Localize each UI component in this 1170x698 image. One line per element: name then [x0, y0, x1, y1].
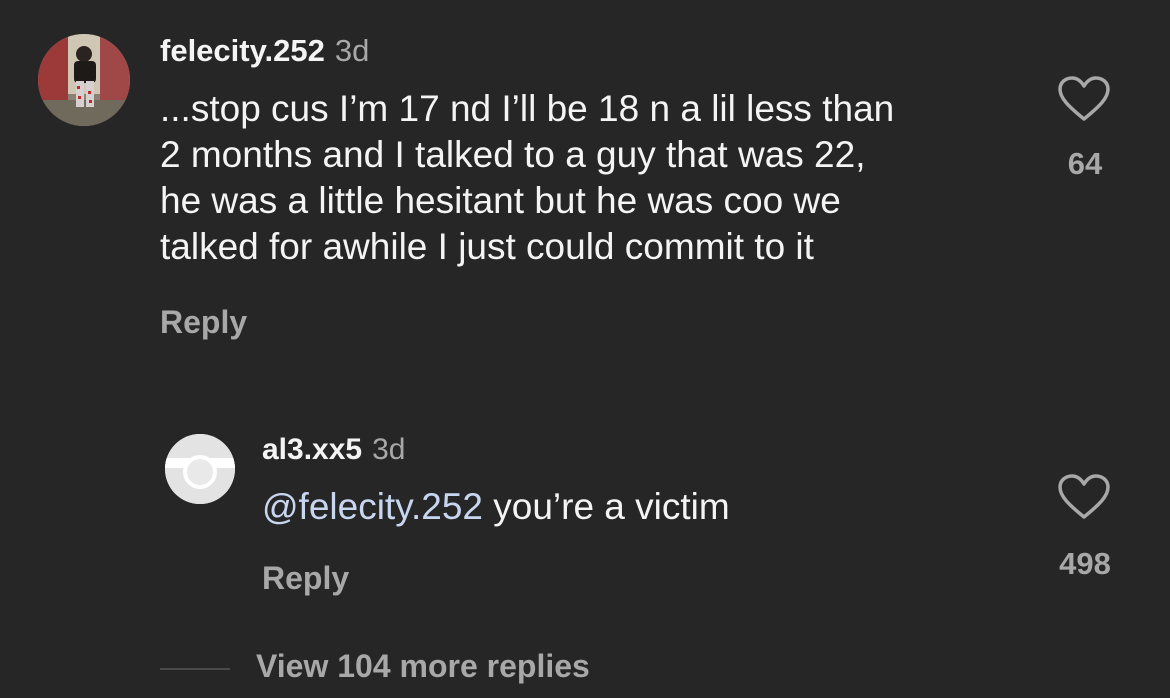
like-count: 64	[1067, 146, 1103, 181]
divider	[160, 668, 230, 670]
heart-outline-icon[interactable]	[1058, 474, 1110, 520]
mention-link[interactable]: @felecity.252	[262, 486, 483, 527]
reply-button[interactable]: Reply	[262, 560, 349, 597]
avatar[interactable]	[38, 34, 130, 126]
mention-icon: @	[262, 486, 299, 527]
avatar[interactable]	[165, 434, 235, 504]
view-more-replies-button[interactable]: View 104 more replies	[256, 648, 590, 685]
mention-username[interactable]: felecity.252	[299, 486, 483, 527]
like-count: 498	[1059, 546, 1111, 581]
username[interactable]: felecity.252	[160, 33, 325, 68]
reply-text: @felecity.252 you’re a victim	[262, 484, 982, 530]
timestamp: 3d	[334, 33, 370, 68]
reply-button[interactable]: Reply	[160, 304, 247, 341]
comment-text: ...stop cus I’m 17 nd I’ll be 18 n a lil…	[160, 88, 895, 267]
comment-author[interactable]: felecity.252 3d	[160, 33, 369, 69]
username[interactable]: al3.xx5	[262, 433, 362, 466]
reply-body: you’re a victim	[482, 486, 730, 527]
timestamp: 3d	[372, 433, 406, 466]
reply-author[interactable]: al3.xx5 3d	[262, 433, 405, 467]
profile-photo	[38, 34, 130, 126]
default-avatar-icon	[165, 434, 235, 504]
heart-outline-icon[interactable]	[1058, 76, 1110, 122]
